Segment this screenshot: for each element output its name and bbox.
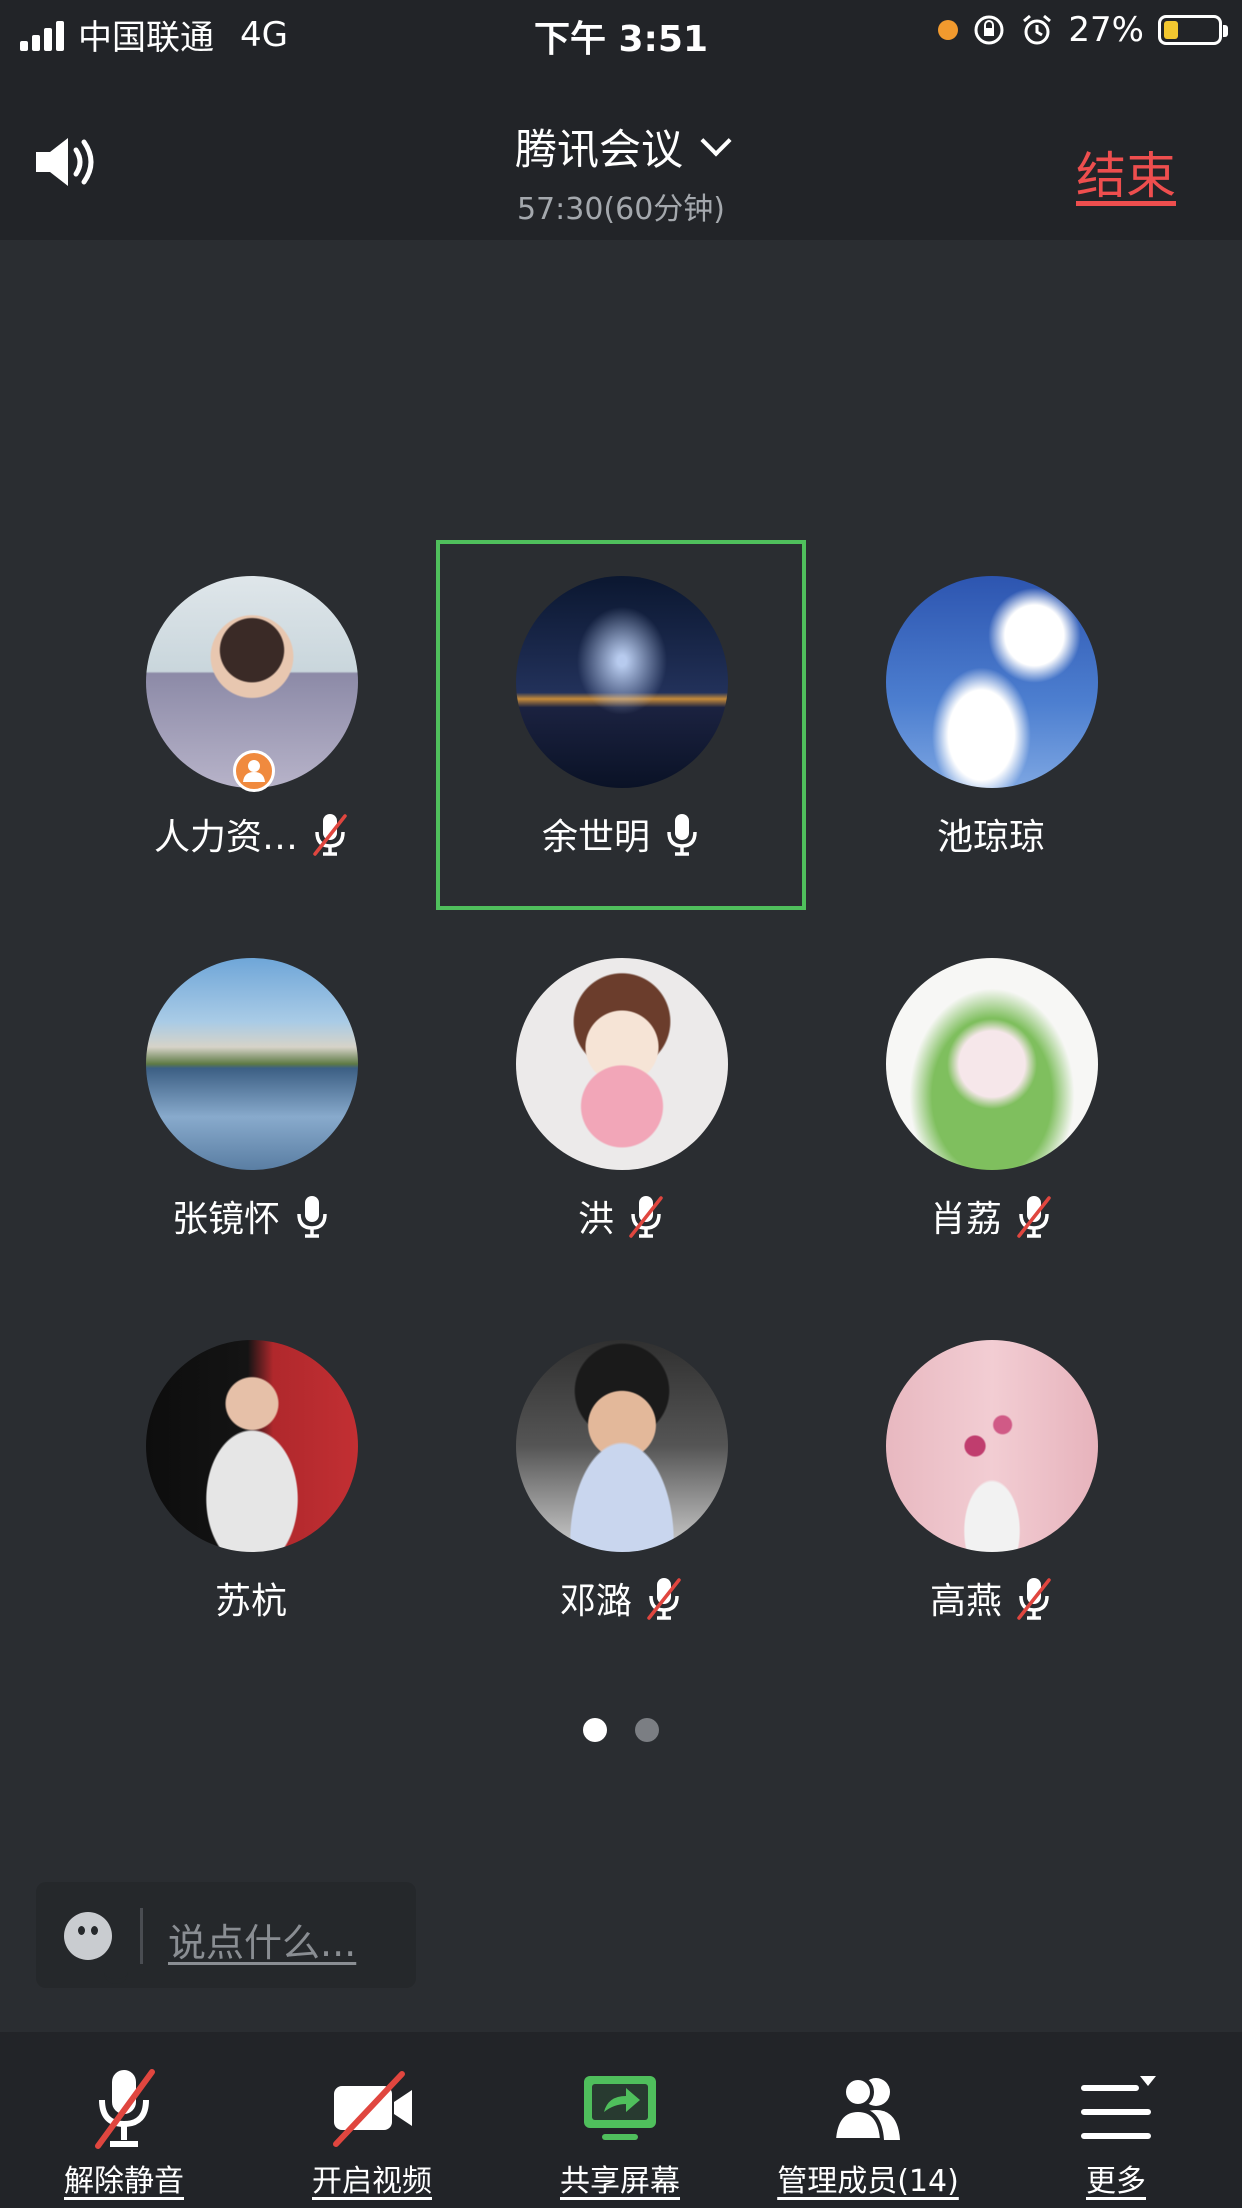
mic-muted-icon xyxy=(647,1578,681,1620)
mic-muted-icon xyxy=(95,2069,155,2149)
divider xyxy=(140,1908,143,1964)
start-video-label: 开启视频 xyxy=(312,2164,432,2199)
mic-icon xyxy=(297,1196,327,1238)
recording-dot-icon xyxy=(938,20,959,40)
share-screen-button[interactable]: 共享屏幕 xyxy=(496,2032,744,2208)
members-icon xyxy=(831,2076,900,2142)
participant-name-row: 人力资… xyxy=(66,808,436,860)
meeting-header: 腾讯会议 57:30(60分钟) 结束 xyxy=(0,66,1242,240)
participant-avatar xyxy=(146,958,358,1170)
share-screen-label: 共享屏幕 xyxy=(560,2164,680,2199)
participant-name-row: 邓潞 xyxy=(436,1572,806,1624)
unmute-label: 解除静音 xyxy=(64,2164,184,2199)
more-menu-icon xyxy=(1081,2076,1156,2139)
participant-avatar xyxy=(516,1340,728,1552)
participant-tile[interactable]: 池琼琼 xyxy=(806,540,1176,910)
end-meeting-button[interactable]: 结束 xyxy=(1076,136,1176,208)
participant-name: 池琼琼 xyxy=(936,817,1045,858)
participant-tile[interactable]: 邓潞 xyxy=(436,1304,806,1674)
participant-name-row: 肖荔 xyxy=(806,1190,1176,1242)
manage-members-button[interactable]: 管理成员(14) xyxy=(744,2032,992,2208)
participant-name-row: 余世明 xyxy=(440,808,802,860)
page-indicator xyxy=(0,1718,1242,1742)
page-dot[interactable] xyxy=(583,1718,607,1742)
participant-tile[interactable]: 余世明 xyxy=(436,540,806,910)
mic-muted-icon xyxy=(629,1196,663,1238)
participant-avatar xyxy=(146,1340,358,1552)
participant-tile[interactable]: 苏杭 xyxy=(66,1304,436,1674)
video-off-icon xyxy=(333,2071,412,2147)
participant-name: 洪 xyxy=(577,1199,614,1240)
participant-name-row: 池琼琼 xyxy=(806,808,1176,860)
unmute-button[interactable]: 解除静音 xyxy=(0,2032,248,2208)
start-video-button[interactable]: 开启视频 xyxy=(248,2032,496,2208)
more-button[interactable]: 更多 xyxy=(992,2032,1240,2208)
battery-percent: 27% xyxy=(1068,10,1144,50)
mic-icon xyxy=(667,814,697,856)
participant-name: 高燕 xyxy=(929,1581,1002,1622)
participant-name: 人力资… xyxy=(153,817,298,858)
participant-tile[interactable]: 高燕 xyxy=(806,1304,1176,1674)
chat-input-box[interactable]: 说点什么... xyxy=(36,1882,416,1988)
participant-name-row: 张镜怀 xyxy=(66,1190,436,1242)
participant-tile[interactable]: 人力资… xyxy=(66,540,436,910)
mic-muted-icon xyxy=(1017,1578,1051,1620)
participant-avatar xyxy=(886,958,1098,1170)
participant-tile[interactable]: 肖荔 xyxy=(806,922,1176,1292)
participant-name: 张镜怀 xyxy=(171,1199,280,1240)
participant-name-row: 洪 xyxy=(436,1190,806,1242)
meeting-screen: 中国联通 4G 下午 3:51 27% 腾讯会议 57:30(60分钟) 结束 … xyxy=(0,0,1242,2208)
status-bar: 中国联通 4G 下午 3:51 27% xyxy=(0,0,1242,66)
rotation-lock-icon xyxy=(974,15,1004,45)
chevron-down-icon xyxy=(700,125,732,157)
meeting-title[interactable]: 腾讯会议 xyxy=(0,116,1242,177)
host-badge-icon xyxy=(233,750,275,792)
participant-avatar xyxy=(886,1340,1098,1552)
participant-avatar xyxy=(516,958,728,1170)
participant-name: 肖荔 xyxy=(929,1199,1002,1240)
share-screen-icon xyxy=(584,2076,656,2140)
participant-name: 余世明 xyxy=(541,817,650,858)
emoji-icon[interactable] xyxy=(64,1912,128,1984)
more-label: 更多 xyxy=(1086,2164,1146,2199)
meeting-duration: 57:30(60分钟) xyxy=(516,192,726,227)
participant-name: 邓潞 xyxy=(559,1581,632,1622)
mic-muted-icon xyxy=(313,814,347,856)
participant-avatar xyxy=(886,576,1098,788)
participant-name-row: 苏杭 xyxy=(66,1572,436,1624)
participant-name: 苏杭 xyxy=(214,1581,287,1622)
manage-members-label: 管理成员(14) xyxy=(777,2164,959,2199)
battery-icon xyxy=(1158,15,1228,45)
meeting-title-text: 腾讯会议 xyxy=(514,125,683,174)
participant-name-row: 高燕 xyxy=(806,1572,1176,1624)
bottom-toolbar: 解除静音 开启视频 共享屏幕 管理成员(14) 更多 xyxy=(0,2032,1242,2208)
mic-muted-icon xyxy=(1017,1196,1051,1238)
page-dot[interactable] xyxy=(635,1718,659,1742)
participant-avatar xyxy=(516,576,728,788)
participant-tile[interactable]: 张镜怀 xyxy=(66,922,436,1292)
chat-input-placeholder[interactable]: 说点什么... xyxy=(168,1912,356,1967)
participant-tile[interactable]: 洪 xyxy=(436,922,806,1292)
alarm-icon xyxy=(1023,14,1052,45)
